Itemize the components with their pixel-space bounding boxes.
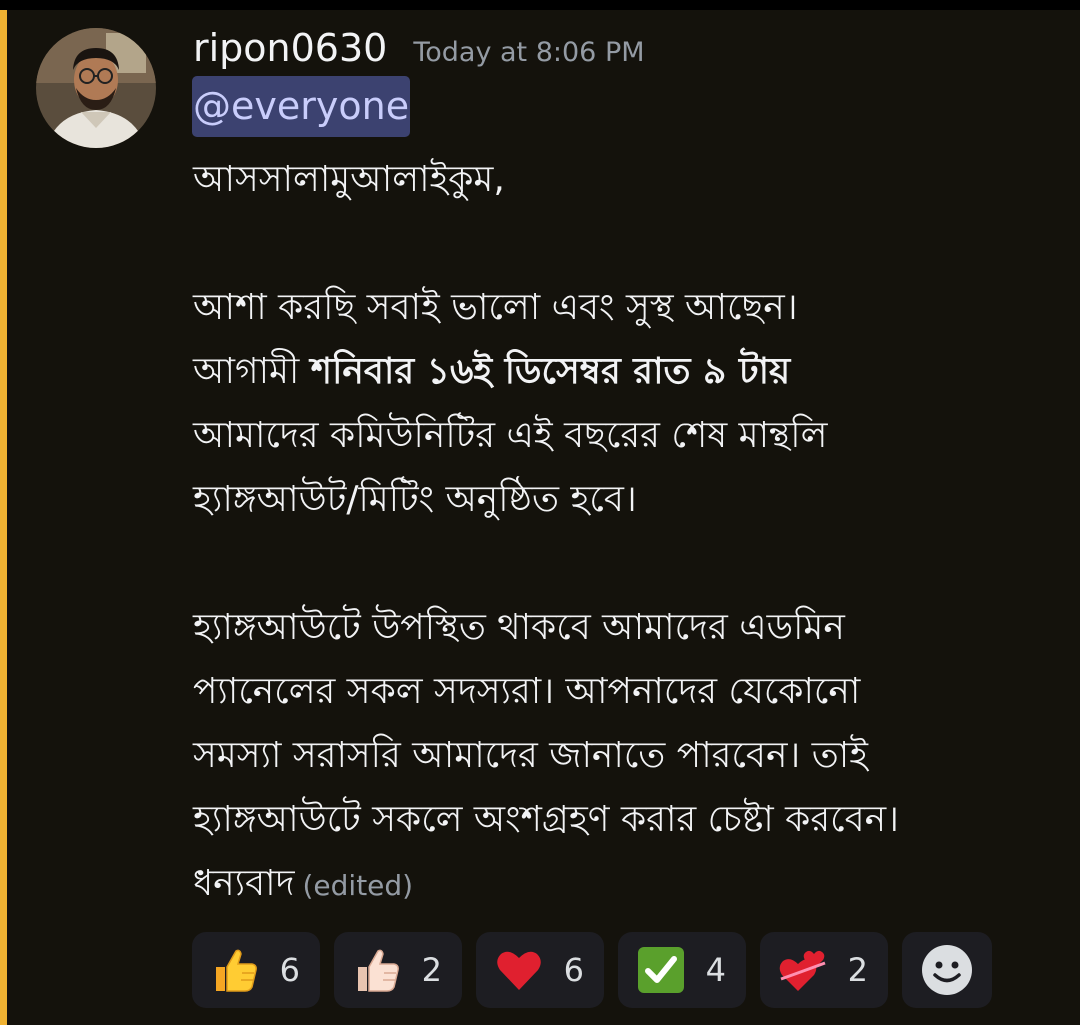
reaction-thumbs-up[interactable]: 6 bbox=[192, 932, 320, 1008]
reaction-count: 2 bbox=[421, 951, 442, 989]
closing-line: ধন্যবাদ (edited) bbox=[193, 852, 1063, 916]
thumbs-up-icon bbox=[216, 949, 257, 992]
top-bar bbox=[0, 0, 1080, 10]
reaction-thumbs-up-light[interactable]: 2 bbox=[334, 932, 462, 1008]
message-content: আসসালামুআলাইকুম, আশা করছি সবাই ভালো এবং … bbox=[193, 148, 1063, 916]
greeting-line: আসসালামুআলাইকুম, bbox=[193, 159, 505, 200]
reaction-hearts-ribbon[interactable]: 2 bbox=[760, 932, 888, 1008]
content-line: হ্যাঙ্গআউটে উপস্থিত থাকবে আমাদের এডমিন bbox=[193, 607, 845, 648]
reaction-count: 4 bbox=[705, 951, 726, 989]
reaction-count: 6 bbox=[563, 951, 584, 989]
content-line: হ্যাঙ্গআউট/মিটিং অনুষ্ঠিত হবে। bbox=[193, 479, 637, 520]
content-line: সমস্যা সরাসরি আমাদের জানাতে পারবেন। তাই bbox=[193, 735, 868, 776]
content-line: প্যানেলের সকল সদস্যরা। আপনাদের যেকোনো bbox=[193, 671, 861, 712]
author-name[interactable]: ripon0630 bbox=[193, 26, 387, 70]
reaction-green-check[interactable]: 4 bbox=[618, 932, 746, 1008]
reaction-count: 2 bbox=[847, 951, 868, 989]
date-prefix: আগামী bbox=[193, 351, 311, 392]
everyone-mention[interactable]: @everyone bbox=[192, 76, 411, 137]
thumbs-up-light-icon bbox=[358, 949, 399, 992]
closing-text: ধন্যবাদ bbox=[193, 863, 295, 904]
reaction-red-heart[interactable]: 6 bbox=[476, 932, 604, 1008]
hearts-ribbon-icon bbox=[779, 950, 826, 991]
content-line-date: আগামী শনিবার ১৬ই ডিসেম্বর রাত ৯ টায় bbox=[193, 340, 1063, 404]
reactions-bar: 6 2 6 4 2 bbox=[192, 932, 992, 1008]
date-bold-text: শনিবার ১৬ই ডিসেম্বর রাত ৯ টায় bbox=[310, 351, 791, 392]
content-line: আশা করছি সবাই ভালো এবং সুস্থ আছেন। bbox=[193, 287, 798, 328]
green-check-icon bbox=[638, 947, 684, 993]
content-line: হ্যাঙ্গআউটে সকলে অংশগ্রহণ করার চেষ্টা কর… bbox=[193, 799, 900, 840]
red-heart-icon bbox=[497, 951, 541, 990]
smiley-add-icon bbox=[922, 945, 972, 995]
message-header: ripon0630 Today at 8:06 PM bbox=[193, 26, 645, 76]
chat-message: ripon0630 Today at 8:06 PM @everyone আসস… bbox=[0, 10, 1080, 1025]
mention-highlight-bar bbox=[0, 10, 7, 1025]
avatar[interactable] bbox=[36, 28, 156, 148]
add-reaction-button[interactable] bbox=[902, 932, 992, 1008]
reaction-count: 6 bbox=[279, 951, 300, 989]
content-line: আমাদের কমিউনিটির এই বছরের শেষ মান্থলি bbox=[193, 415, 828, 456]
edited-label[interactable]: (edited) bbox=[303, 869, 414, 902]
message-timestamp[interactable]: Today at 8:06 PM bbox=[413, 37, 644, 68]
